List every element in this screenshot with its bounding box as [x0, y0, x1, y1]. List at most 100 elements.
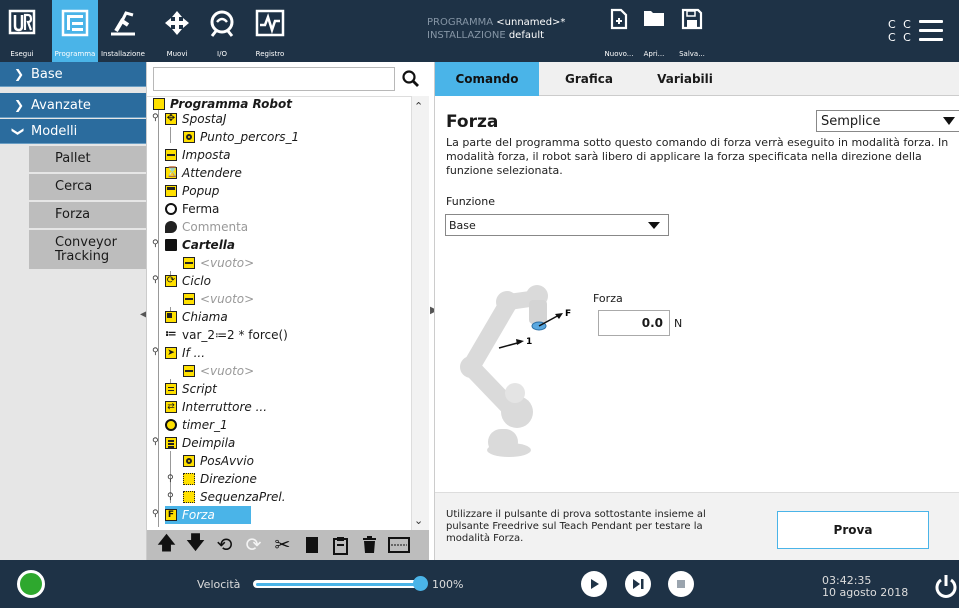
search-input[interactable] — [153, 67, 395, 91]
nav-item-conveyor-tracking[interactable]: Conveyor Tracking — [29, 230, 146, 270]
new-file-icon — [610, 8, 628, 30]
open-button[interactable]: Apri... — [633, 8, 675, 58]
robot-power-status-button[interactable] — [17, 570, 45, 598]
tree-row-forza[interactable]: F Forza — [165, 506, 251, 524]
tree-row-label: Chiama — [182, 310, 228, 324]
expand-pin-icon[interactable]: ⚲ — [167, 474, 174, 484]
scroll-up-icon[interactable]: ⌃ — [414, 100, 423, 113]
tree-row-label: SpostaJ — [182, 112, 227, 126]
cc-indicator[interactable]: C C C C — [888, 18, 913, 44]
tab-grafica[interactable]: Grafica — [539, 62, 639, 96]
paste-icon[interactable] — [327, 532, 354, 558]
bottom-footer: Velocità 100% 03:42:35 10 agosto 2018 — [0, 560, 959, 608]
nav-muovi[interactable]: Muovi — [158, 0, 196, 62]
tree-row-chiama[interactable]: Chiama — [165, 308, 228, 326]
tree-row-punto-percors[interactable]: Punto_percors_1 — [183, 128, 299, 146]
speed-slider-thumb[interactable] — [413, 576, 428, 591]
save-button[interactable]: Salva... — [671, 8, 713, 58]
clock-date: 10 agosto 2018 — [822, 586, 909, 599]
suppress-icon[interactable] — [385, 532, 412, 558]
move-up-icon[interactable]: 🡅 — [153, 532, 180, 558]
tree-row-attendere[interactable]: ⌛ Attendere — [165, 164, 242, 182]
open-label: Apri... — [643, 50, 665, 58]
expand-pin-icon[interactable]: ⚲ — [152, 113, 159, 123]
tree-row-direzione[interactable]: Direzione — [183, 470, 257, 488]
tree-row-label: SequenzaPrel. — [200, 490, 286, 504]
undo-icon[interactable]: ⟲ — [211, 532, 238, 558]
tree-row-sequenzaprel[interactable]: SequenzaPrel. — [183, 488, 286, 506]
tree-row-label: If ... — [182, 346, 206, 360]
nav-programma[interactable]: Programma — [52, 0, 98, 62]
tree-row-if[interactable]: ➤ If ... — [165, 344, 205, 362]
tree-row-assignment[interactable]: ≔ var_2≔2 * force() — [165, 326, 288, 344]
expand-pin-icon[interactable]: ⚲ — [152, 509, 159, 519]
hamburger-menu-icon[interactable] — [919, 20, 943, 42]
nav-section-base[interactable]: ❯ Base — [0, 62, 146, 87]
cut-icon[interactable]: ✂ — [269, 532, 296, 558]
tree-row-ferma[interactable]: Ferma — [165, 200, 219, 218]
tree-row-cartella[interactable]: Cartella — [165, 236, 235, 254]
sequence-icon — [183, 491, 195, 503]
nav-installazione[interactable]: Installazione — [98, 0, 148, 62]
redo-icon[interactable]: ⟳ — [240, 532, 267, 558]
search-icon[interactable] — [399, 66, 423, 92]
power-icon[interactable] — [935, 574, 957, 598]
nav-item-label: Cerca — [55, 179, 93, 194]
tree-row-spostaj[interactable]: ✥ SpostaJ — [165, 110, 226, 128]
empty-icon — [183, 365, 195, 377]
move-down-icon[interactable]: 🡇 — [182, 532, 209, 558]
program-name: <unnamed>* — [496, 17, 566, 28]
tab-label: Comando — [455, 72, 519, 86]
tree-row-label: Commenta — [182, 220, 249, 234]
tree-row-vuoto[interactable]: <vuoto> — [183, 290, 254, 308]
nav-esegui[interactable]: Esegui — [0, 0, 44, 62]
stop-button[interactable] — [668, 571, 694, 597]
tree-row-commenta[interactable]: Commenta — [165, 218, 248, 236]
tab-variabili[interactable]: Variabili — [639, 62, 731, 96]
test-button[interactable]: Prova — [777, 511, 929, 549]
nav-section-modelli[interactable]: ❯ Modelli — [0, 119, 146, 144]
tree-row-interruttore[interactable]: ⇄ Interruttore ... — [165, 398, 267, 416]
expand-pin-icon[interactable]: ⚲ — [152, 347, 159, 357]
tree-scrollbar[interactable]: ⌃ ⌄ — [411, 96, 429, 532]
force-icon: F — [165, 509, 177, 521]
tree-row-vuoto[interactable]: <vuoto> — [183, 254, 254, 272]
tree-row-posavvio[interactable]: PosAvvio — [183, 452, 254, 470]
tree-row-deimpila[interactable]: Deimpila — [165, 434, 235, 452]
tab-comando[interactable]: Comando — [435, 62, 539, 96]
nav-item-forza[interactable]: Forza — [29, 202, 146, 229]
function-select[interactable]: Base — [445, 214, 669, 236]
play-button[interactable] — [581, 571, 607, 597]
tree-row-ciclo[interactable]: ⟳ Ciclo — [165, 272, 211, 290]
delete-icon[interactable] — [356, 532, 383, 558]
nav-item-pallet[interactable]: Pallet — [29, 146, 146, 173]
copy-icon[interactable] — [298, 532, 325, 558]
nav-section-label: Avanzate — [31, 97, 91, 113]
move-icon: ✥ — [165, 113, 177, 125]
expand-pin-icon[interactable]: ⚲ — [152, 437, 159, 447]
nav-registro[interactable]: Registro — [250, 0, 290, 62]
force-input[interactable]: 0.0 — [598, 310, 670, 336]
tree-row-label: Attendere — [182, 166, 242, 180]
top-header: Esegui Programma Installazione Muovi I/O… — [0, 0, 959, 62]
tree-row-imposta[interactable]: Imposta — [165, 146, 231, 164]
move-icon — [165, 11, 189, 35]
step-button[interactable] — [625, 571, 651, 597]
nav-io[interactable]: I/O — [203, 0, 241, 62]
program-info: PROGRAMMA <unnamed>* INSTALLAZIONE defau… — [427, 16, 565, 42]
expand-pin-icon[interactable]: ⚲ — [152, 275, 159, 285]
tree-row-script[interactable]: Script — [165, 380, 217, 398]
tree-row-timer[interactable]: timer_1 — [165, 416, 228, 434]
mode-select[interactable]: Semplice — [816, 110, 959, 132]
stop-icon — [677, 580, 685, 588]
nav-item-cerca[interactable]: Cerca — [29, 174, 146, 201]
program-tree: Programma Robot ⚲ ✥ SpostaJ Punto_percor… — [147, 96, 411, 532]
scroll-down-icon[interactable]: ⌄ — [414, 514, 423, 527]
tree-row-popup[interactable]: Popup — [165, 182, 219, 200]
empty-icon — [183, 257, 195, 269]
expand-pin-icon[interactable]: ⚲ — [152, 239, 159, 249]
tree-row-label: <vuoto> — [200, 256, 255, 270]
expand-pin-icon[interactable]: ⚲ — [167, 492, 174, 502]
tree-row-vuoto[interactable]: <vuoto> — [183, 362, 254, 380]
nav-section-avanzate[interactable]: ❯ Avanzate — [0, 93, 146, 118]
